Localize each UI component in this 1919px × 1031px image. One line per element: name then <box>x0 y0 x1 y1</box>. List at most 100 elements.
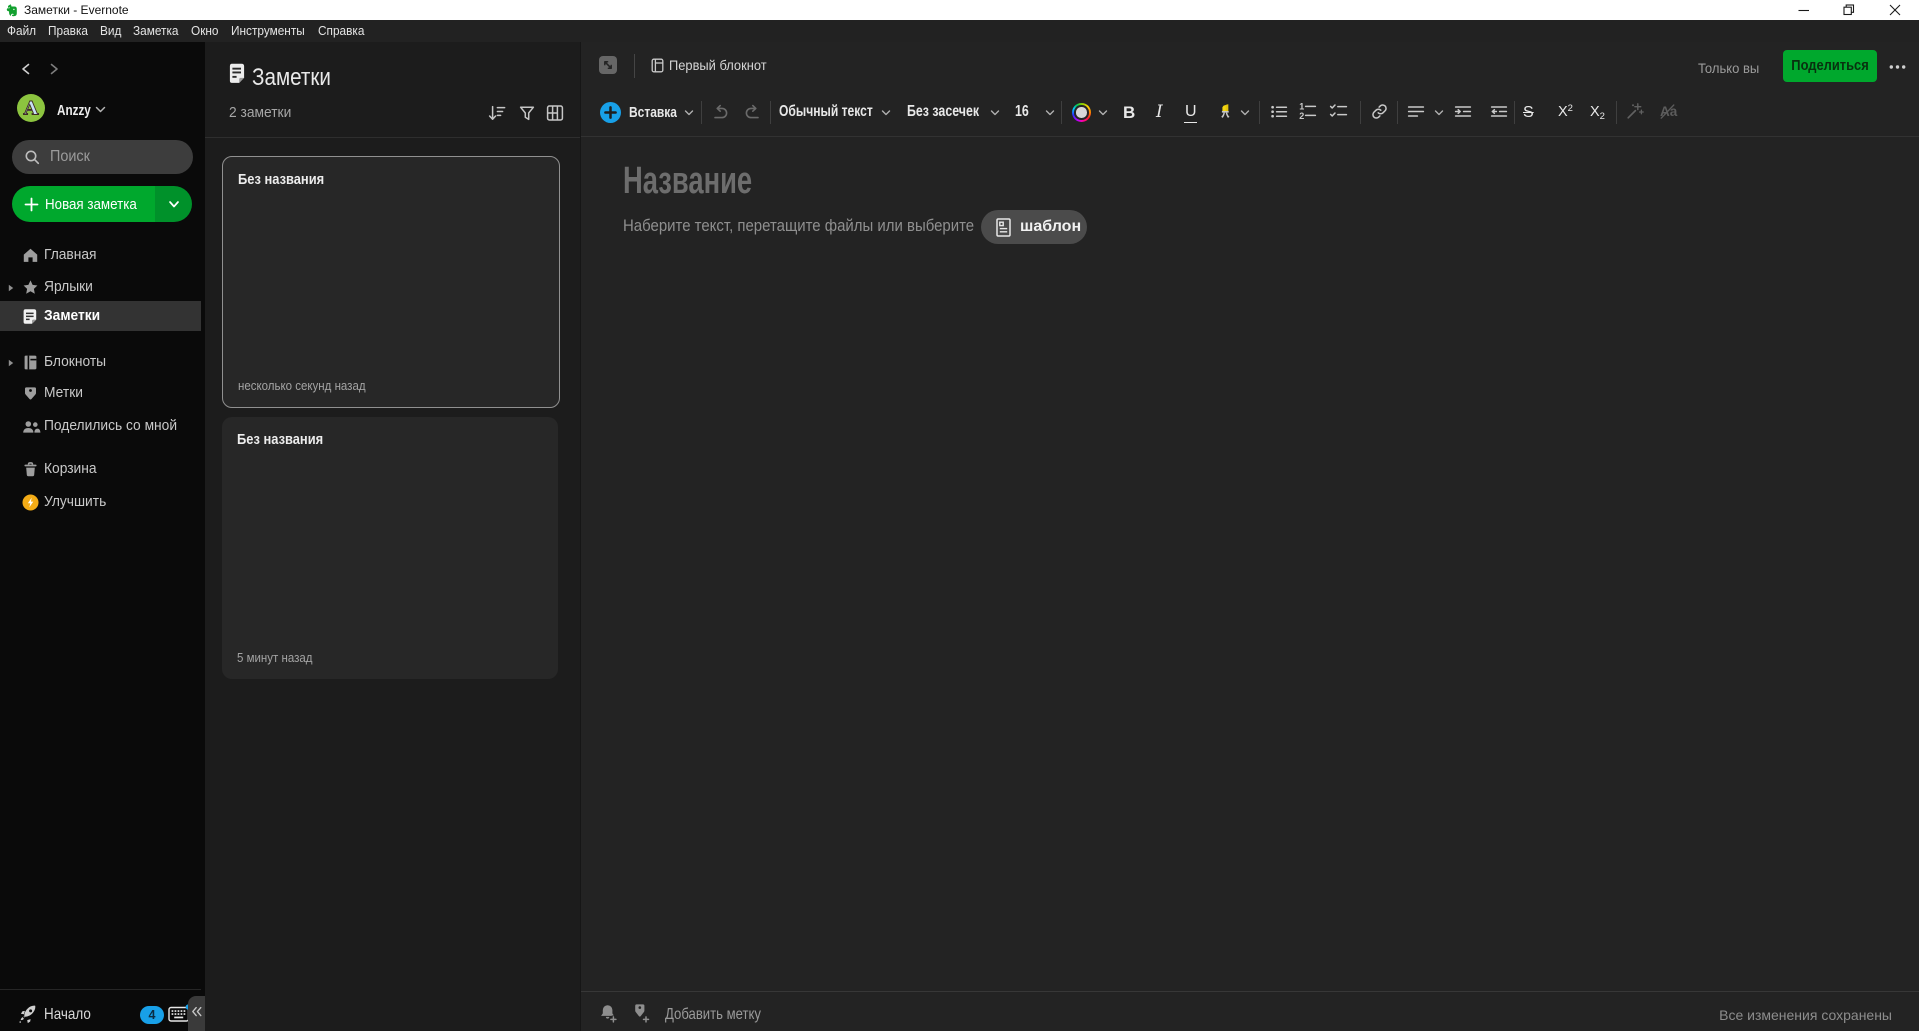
style-chevron-icon[interactable] <box>881 109 891 117</box>
subscript-button[interactable]: X2 <box>1590 104 1605 122</box>
trash-icon <box>22 461 39 478</box>
bold-button[interactable]: B <box>1123 103 1135 122</box>
template-button[interactable]: шаблон <box>981 210 1087 244</box>
numbered-list-icon[interactable]: 1 2 <box>1298 102 1317 120</box>
highlight-icon[interactable] <box>1218 102 1236 120</box>
insert-chevron-icon[interactable] <box>684 109 694 117</box>
account-name[interactable]: Anzzy <box>57 103 91 119</box>
new-note-button: Новая заметка <box>12 186 192 222</box>
add-tag-icon[interactable] <box>631 1002 651 1024</box>
notes-panel-divider <box>205 137 580 138</box>
underline-button[interactable]: U <box>1185 102 1197 121</box>
sidebar-item-trash[interactable]: Корзина <box>0 454 205 484</box>
menu-item-view[interactable]: Вид <box>100 20 121 42</box>
menu-item-tools[interactable]: Инструменты <box>231 20 305 42</box>
collapse-chevrons-icon <box>190 1005 204 1019</box>
evernote-logo-icon <box>5 4 18 17</box>
checklist-icon[interactable] <box>1329 102 1348 120</box>
toolbar-divider <box>1616 101 1617 124</box>
bullet-list-icon[interactable] <box>1270 103 1288 120</box>
sidebar-item-home[interactable]: Главная <box>0 240 205 270</box>
more-options-icon[interactable] <box>1889 59 1906 75</box>
insert-dropdown[interactable]: Вставка <box>629 104 677 121</box>
outdent-icon[interactable] <box>1490 103 1508 120</box>
new-note-label: Новая заметка <box>45 196 137 213</box>
toolbar-divider <box>1259 101 1260 124</box>
superscript-button[interactable]: X2 <box>1558 104 1573 122</box>
font-family-dropdown[interactable]: Без засечек <box>907 103 979 121</box>
svg-text:2: 2 <box>1299 111 1304 120</box>
highlight-chevron-icon[interactable] <box>1240 109 1250 117</box>
link-icon[interactable] <box>1371 103 1388 120</box>
window-titlebar: Заметки - Evernote <box>0 0 1919 20</box>
sidebar-item-shortcuts[interactable]: Ярлыки <box>0 272 205 302</box>
note-title-placeholder[interactable]: Название <box>623 163 752 199</box>
menu-item-note[interactable]: Заметка <box>133 20 178 42</box>
paragraph-style-dropdown[interactable]: Обычный текст <box>779 103 873 121</box>
account-chevron-down-icon[interactable] <box>95 106 106 114</box>
sidebar-item-notebooks[interactable]: Блокноты <box>0 347 205 377</box>
new-note-main[interactable]: Новая заметка <box>12 186 155 222</box>
share-button[interactable]: Поделиться <box>1783 50 1877 82</box>
history-back-icon[interactable] <box>19 62 33 76</box>
user-avatar[interactable]: A <box>17 94 45 122</box>
plus-icon <box>24 197 39 212</box>
search-placeholder: Поиск <box>50 148 90 166</box>
italic-button[interactable]: I <box>1156 102 1163 122</box>
notebook-breadcrumb[interactable]: Первый блокнот <box>669 57 767 74</box>
header-divider <box>634 54 635 78</box>
align-chevron-icon[interactable] <box>1434 109 1444 117</box>
sort-icon[interactable] <box>488 104 506 122</box>
history-forward-icon[interactable] <box>47 62 61 76</box>
add-tag-label[interactable]: Добавить метку <box>665 1005 761 1025</box>
expand-arrow-icon[interactable] <box>8 284 14 292</box>
align-icon[interactable] <box>1407 103 1425 120</box>
search-icon <box>24 149 41 166</box>
color-chevron-icon[interactable] <box>1098 109 1108 117</box>
start-label[interactable]: Начало <box>44 1005 91 1025</box>
search-input[interactable]: Поиск <box>12 140 193 174</box>
notes-header-icon <box>229 63 245 84</box>
collapse-sidebar-button[interactable] <box>188 996 205 1031</box>
font-chevron-icon[interactable] <box>990 109 1000 117</box>
font-color-center <box>1076 107 1087 118</box>
font-color-wheel[interactable] <box>1072 103 1091 122</box>
sidebar: A Anzzy Поиск Новая заметка <box>0 42 205 1031</box>
sidebar-item-upgrade[interactable]: Улучшить <box>0 487 205 517</box>
sidebar-item-shared[interactable]: Поделились со мной <box>0 411 205 441</box>
filter-icon[interactable] <box>518 104 536 122</box>
menu-item-help[interactable]: Справка <box>318 20 364 42</box>
redo-icon[interactable] <box>742 103 761 121</box>
expand-arrows-icon <box>601 58 615 72</box>
sidebar-item-notes[interactable]: Заметки <box>0 301 201 331</box>
menu-item-edit[interactable]: Правка <box>48 20 88 42</box>
menu-item-window[interactable]: Окно <box>191 20 218 42</box>
upgrade-bolt-icon <box>22 494 39 511</box>
size-chevron-icon[interactable] <box>1045 109 1055 117</box>
visibility-status: Только вы <box>1698 60 1759 76</box>
toolbar-divider <box>1360 101 1361 124</box>
restore-button[interactable] <box>1843 4 1855 16</box>
expand-arrow-icon[interactable] <box>8 359 14 367</box>
reminder-bell-icon[interactable] <box>599 1003 618 1024</box>
insert-plus-icon[interactable] <box>600 102 621 123</box>
note-icon <box>22 308 39 325</box>
note-body-placeholder[interactable]: Наберите текст, перетащите файлы или выб… <box>623 216 974 236</box>
strikethrough-button[interactable]: S <box>1523 103 1534 122</box>
minimize-button[interactable] <box>1798 4 1810 16</box>
sidebar-item-tags[interactable]: Метки <box>0 378 205 408</box>
note-card[interactable]: Без названия 5 минут назад <box>222 417 558 679</box>
view-options-icon[interactable] <box>546 104 564 122</box>
close-button[interactable] <box>1889 4 1901 16</box>
new-note-dropdown[interactable] <box>155 186 192 222</box>
expand-note-button[interactable] <box>599 56 617 74</box>
note-card-selected[interactable]: Без названия несколько секунд назад <box>222 156 560 408</box>
toolbar-bottom-divider <box>581 136 1919 137</box>
avatar-image: A <box>17 94 45 122</box>
menu-item-file[interactable]: Файл <box>7 20 36 42</box>
font-size-dropdown[interactable]: 16 <box>1015 103 1029 121</box>
undo-icon[interactable] <box>712 103 731 121</box>
indent-icon[interactable] <box>1454 103 1472 120</box>
template-doc-icon <box>996 218 1011 237</box>
new-note-chevron-down-icon <box>168 200 180 209</box>
